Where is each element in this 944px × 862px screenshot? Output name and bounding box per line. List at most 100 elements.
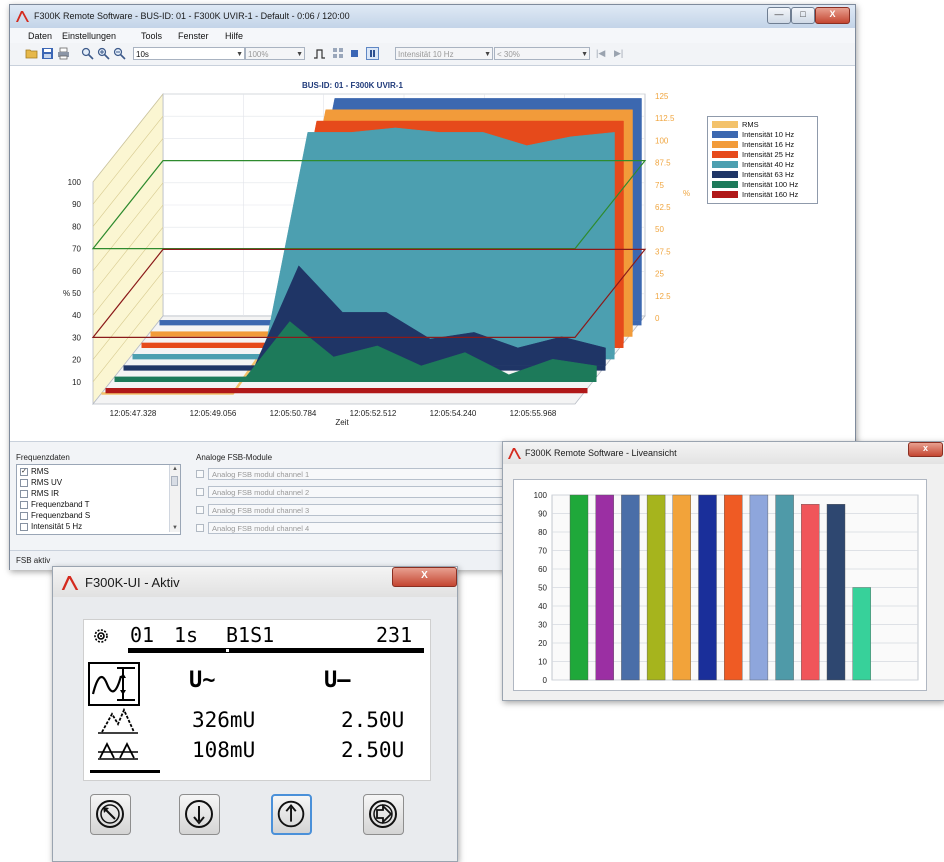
y-tick-label: 30 (538, 621, 547, 630)
fsb-channel-field[interactable]: Analog FSB modul channel 1 (208, 468, 508, 480)
legend-label: Intensität 25 Hz (742, 150, 795, 159)
threshold-value: < 30% (497, 50, 520, 59)
time-range-select[interactable]: 10s ▼ (133, 47, 245, 60)
freq-item-label: RMS (31, 467, 49, 476)
y2-tick-label: 0 (655, 314, 660, 323)
legend-swatch (712, 131, 738, 138)
freq-checkbox[interactable] (20, 501, 28, 509)
intensity-select[interactable]: Intensität 10 Hz ▼ (395, 47, 493, 60)
live-chart-frame: 0 10 20 30 40 50 60 70 80 90 100 (513, 479, 927, 691)
bar-2 (621, 494, 640, 681)
menu-tools[interactable]: Tools (141, 31, 162, 41)
chart-legend: RMS Intensität 10 Hz Intensität 16 Hz Inten… (707, 116, 818, 204)
freq-data-list[interactable]: ✓ RMS RMS UV RMS IR Frequenzband T Frequenzba… (16, 464, 181, 535)
freq-item-label: RMS UV (31, 478, 63, 487)
live-window-title: F300K Remote Software - Liveansicht (525, 448, 677, 458)
legend-swatch (712, 171, 738, 178)
ui-window-title: F300K-UI - Aktiv (85, 575, 180, 590)
stop-icon[interactable] (348, 47, 361, 60)
zoom-select[interactable]: 100% ▼ (245, 47, 305, 60)
arrow-up-icon (277, 800, 305, 828)
zoom-icon[interactable] (81, 47, 94, 60)
minimize-button[interactable]: — (767, 7, 791, 24)
fsb-channel-field[interactable]: Analog FSB modul channel 3 (208, 504, 508, 516)
scroll-up-icon[interactable]: ▲ (172, 466, 178, 472)
scroll-down-icon[interactable]: ▼ (172, 525, 178, 531)
freq-checkbox[interactable] (20, 490, 28, 498)
rotate-left-button[interactable] (90, 794, 131, 835)
fsb-checkbox[interactable] (196, 524, 204, 532)
freq-checkbox[interactable]: ✓ (20, 468, 28, 476)
bar-10 (826, 504, 846, 681)
fsb-channel-field[interactable]: Analog FSB modul channel 4 (208, 522, 508, 534)
ui-close-button[interactable]: X (392, 567, 457, 587)
close-button[interactable]: X (815, 7, 850, 24)
fsb-checkbox[interactable] (196, 470, 204, 478)
y-tick-label: 40 (538, 602, 547, 611)
grid-icon[interactable] (332, 47, 345, 60)
y2-tick-label: 125 (655, 92, 669, 101)
zoom-value: 100% (248, 50, 269, 59)
enter-icon (369, 800, 397, 828)
pause-icon[interactable] (366, 47, 379, 60)
y-tick-label: 50 (538, 584, 547, 593)
freq-checkbox[interactable] (20, 479, 28, 487)
zoom-in-icon[interactable] (97, 47, 110, 60)
y2-tick-label: 87.5 (655, 159, 671, 168)
x-tick-label: 12:05:55.968 (510, 409, 557, 418)
legend-swatch (712, 121, 738, 128)
y-axis-label: % (63, 289, 70, 298)
ui-window: F300K-UI - Aktiv X 01 1s B1S1 231 U~ U— (52, 566, 458, 862)
skip-start-icon[interactable]: |◀ (596, 48, 605, 59)
maximize-button[interactable]: □ (791, 7, 815, 24)
app-logo-icon (61, 576, 79, 590)
menu-daten[interactable]: Daten (28, 31, 52, 41)
signal-mode-icon (88, 662, 140, 706)
bar-6 (723, 494, 743, 681)
main-titlebar[interactable]: F300K Remote Software - BUS-ID: 01 - F30… (10, 5, 855, 28)
threshold-select[interactable]: < 30% ▼ (494, 47, 590, 60)
main-menubar: Daten Einstellungen Tools Fenster Hilfe (10, 28, 855, 43)
menu-einstellungen[interactable]: Einstellungen (62, 31, 116, 41)
arrow-down-button[interactable] (179, 794, 220, 835)
x-tick-label: 12:05:54.240 (430, 409, 477, 418)
fsb-channel-field[interactable]: Analog FSB modul channel 2 (208, 486, 508, 498)
legend-label: Intensität 100 Hz (742, 180, 799, 189)
lcd-bus-id: 01 (130, 623, 155, 647)
ui-titlebar[interactable]: F300K-UI - Aktiv X (53, 567, 457, 597)
save-icon[interactable] (41, 47, 54, 60)
scroll-thumb[interactable] (171, 476, 178, 486)
y2-tick-label: 62.5 (655, 203, 671, 212)
print-icon[interactable] (57, 47, 70, 60)
status-text: FSB aktiv (16, 556, 51, 565)
fsb-checkbox[interactable] (196, 488, 204, 496)
menu-fenster[interactable]: Fenster (178, 31, 209, 41)
zoom-out-icon[interactable] (113, 47, 126, 60)
enter-button[interactable] (363, 794, 404, 835)
live-window: F300K Remote Software - Liveansicht x 0 1… (502, 441, 944, 701)
bar-9 (801, 504, 820, 681)
live-titlebar[interactable]: F300K Remote Software - Liveansicht x (503, 442, 944, 464)
live-bar-chart: 0 10 20 30 40 50 60 70 80 90 100 (534, 491, 919, 685)
freq-checkbox[interactable] (20, 523, 28, 531)
y-tick-label: 50 (72, 289, 81, 298)
menu-hilfe[interactable]: Hilfe (225, 31, 243, 41)
live-close-button[interactable]: x (908, 442, 943, 457)
lcd-progress-bar (128, 648, 424, 653)
freq-checkbox[interactable] (20, 512, 28, 520)
series-base-6 (114, 376, 597, 382)
bar-3 (646, 494, 666, 681)
skip-end-icon[interactable]: ▶| (614, 48, 623, 59)
open-folder-icon[interactable] (25, 47, 38, 60)
pulse-icon[interactable] (313, 47, 326, 60)
chevron-down-icon: ▼ (581, 51, 588, 58)
series-base-7 (105, 388, 588, 394)
fsb-checkbox[interactable] (196, 506, 204, 514)
arrow-up-button[interactable] (271, 794, 312, 835)
lcd-row1-col1: 326mU (192, 708, 256, 732)
y2-tick-label: 100 (655, 136, 669, 145)
legend-label: Intensität 63 Hz (742, 170, 795, 179)
average-icon (98, 741, 138, 760)
scrollbar[interactable]: ▲ ▼ (169, 465, 180, 532)
lcd-value: 231 (376, 623, 413, 647)
